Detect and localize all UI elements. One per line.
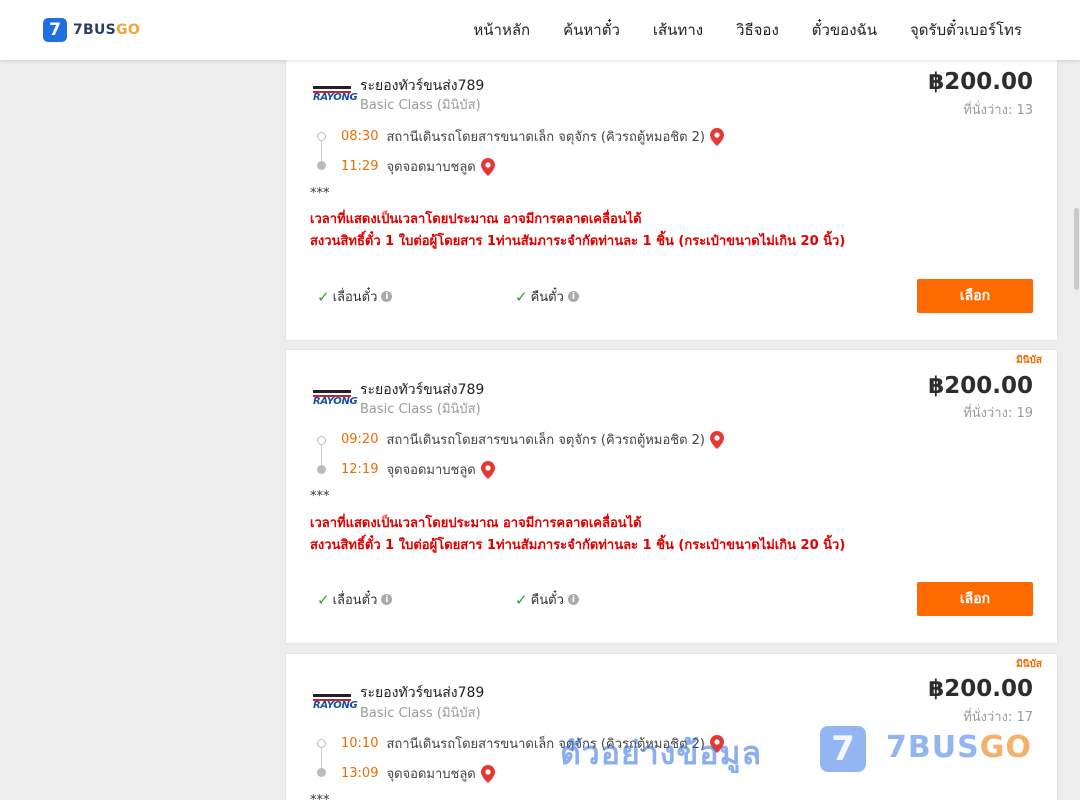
map-pin-icon[interactable] xyxy=(480,157,495,176)
depart-place: สถานีเดินรถโดยสารขนาดเล็ก จตุจักร (คิวรถ… xyxy=(386,433,705,448)
arrive-stop: 13:09 จุดจอดมาบชลูด xyxy=(341,763,495,784)
depart-stop: 09:20 สถานีเดินรถโดยสารขนาดเล็ก จตุจักร … xyxy=(341,429,724,450)
feature-change-ticket: ✓ เลื่อนตั๋ว i xyxy=(317,589,393,610)
feature-label: คืนตั๋ว xyxy=(530,290,564,305)
note-stars: *** xyxy=(310,793,330,800)
bus-class: Basic Class (มินิบัส) xyxy=(360,402,481,417)
note-stars: *** xyxy=(310,489,330,504)
operator-logo: RAYONG xyxy=(313,84,358,104)
select-trip-button[interactable]: เลือก xyxy=(917,582,1033,616)
ticket-price: ฿200.00 xyxy=(928,676,1033,702)
arrive-place: จุดจอดมาบชลูด xyxy=(386,463,476,478)
operator-logo: RAYONG xyxy=(313,388,358,408)
trip-card: มินิบัส RAYONG ระยองทัวร์ขนส่ง789 Basic … xyxy=(285,349,1058,644)
nav-pickup-points[interactable]: จุดรับตั๋วเบอร์โทร xyxy=(910,20,1022,40)
vehicle-type-badge: มินิบัส xyxy=(1016,659,1042,670)
check-icon: ✓ xyxy=(317,287,330,306)
bus-class: Basic Class (มินิบัส) xyxy=(360,706,481,721)
depart-time: 09:20 xyxy=(341,432,379,447)
nav-home[interactable]: หน้าหลัก xyxy=(473,20,530,40)
select-trip-button[interactable]: เลือก xyxy=(917,279,1033,313)
watermark-brand: 7BUSGO xyxy=(886,730,1032,765)
feature-refund-ticket: ✓ คืนตั๋ว i xyxy=(515,286,579,307)
ticket-price: ฿200.00 xyxy=(928,69,1033,95)
info-icon[interactable]: i xyxy=(381,594,393,605)
depart-time: 08:30 xyxy=(341,129,379,144)
feature-refund-ticket: ✓ คืนตั๋ว i xyxy=(515,589,579,610)
scrollbar-thumb[interactable] xyxy=(1074,208,1079,290)
feature-label: คืนตั๋ว xyxy=(530,593,564,608)
watermark-logo-mark: 7 xyxy=(820,726,866,772)
main-nav: หน้าหลัก ค้นหาตั๋ว เส้นทาง วิธีจอง ตั๋วข… xyxy=(440,20,1022,40)
seats-available: ที่นั่งว่าง: 19 xyxy=(963,406,1033,421)
brand-logo-mark: 7 xyxy=(43,18,67,42)
depart-dot xyxy=(317,436,326,445)
info-icon[interactable]: i xyxy=(567,291,579,302)
note-stars: *** xyxy=(310,186,330,201)
check-icon: ✓ xyxy=(515,287,528,306)
nav-routes[interactable]: เส้นทาง xyxy=(653,20,703,40)
arrive-dot xyxy=(317,768,326,777)
map-pin-icon[interactable] xyxy=(710,430,724,449)
map-pin-icon[interactable] xyxy=(480,460,495,479)
depart-place: สถานีเดินรถโดยสารขนาดเล็ก จตุจักร (คิวรถ… xyxy=(386,130,705,145)
warning-time-estimate: เวลาที่แสดงเป็นเวลาโดยประมาณ อาจมีการคลา… xyxy=(310,516,642,531)
nav-search-tickets[interactable]: ค้นหาตั๋ว xyxy=(563,20,620,40)
map-pin-icon[interactable] xyxy=(480,764,495,783)
check-icon: ✓ xyxy=(317,590,330,609)
feature-label: เลื่อนตั๋ว xyxy=(332,593,378,608)
arrive-stop: 11:29 จุดจอดมาบชลูด xyxy=(341,156,495,177)
arrive-dot xyxy=(317,161,326,170)
arrive-place: จุดจอดมาบชลูด xyxy=(386,160,476,175)
nav-my-tickets[interactable]: ตั๋วของฉัน xyxy=(812,20,877,40)
vehicle-type-badge: มินิบัส xyxy=(1016,355,1042,366)
check-icon: ✓ xyxy=(515,590,528,609)
depart-dot xyxy=(317,739,326,748)
arrive-time: 12:19 xyxy=(341,462,379,477)
arrive-place: จุดจอดมาบชลูด xyxy=(386,767,476,782)
info-icon[interactable]: i xyxy=(567,594,579,605)
site-header: 7 7BUSGO หน้าหลัก ค้นหาตั๋ว เส้นทาง วิธี… xyxy=(0,0,1080,60)
brand-logo-text: 7BUSGO xyxy=(73,22,141,38)
warning-time-estimate: เวลาที่แสดงเป็นเวลาโดยประมาณ อาจมีการคลา… xyxy=(310,212,642,227)
watermark-text: ตัวอย่างข้อมูล xyxy=(560,734,763,772)
feature-change-ticket: ✓ เลื่อนตั๋ว i xyxy=(317,286,393,307)
arrive-dot xyxy=(317,465,326,474)
seats-available: ที่นั่งว่าง: 17 xyxy=(963,710,1033,725)
feature-label: เลื่อนตั๋ว xyxy=(332,290,378,305)
warning-luggage-policy: สงวนสิทธิ์ตั๋ว 1 ใบต่อผู้โดยสาร 1ท่านสัม… xyxy=(310,234,846,249)
info-icon[interactable]: i xyxy=(381,291,393,302)
page-scrollbar[interactable] xyxy=(1073,60,1080,800)
depart-stop: 08:30 สถานีเดินรถโดยสารขนาดเล็ก จตุจักร … xyxy=(341,126,724,147)
bus-class: Basic Class (มินิบัส) xyxy=(360,98,481,113)
arrive-time: 11:29 xyxy=(341,159,379,174)
operator-name: ระยองทัวร์ขนส่ง789 xyxy=(360,685,485,701)
arrive-time: 13:09 xyxy=(341,766,379,781)
warning-luggage-policy: สงวนสิทธิ์ตั๋ว 1 ใบต่อผู้โดยสาร 1ท่านสัม… xyxy=(310,538,846,553)
operator-logo: RAYONG xyxy=(313,692,358,712)
ticket-price: ฿200.00 xyxy=(928,373,1033,399)
brand-logo[interactable]: 7 7BUSGO xyxy=(43,18,140,42)
nav-how-to-book[interactable]: วิธีจอง xyxy=(736,20,779,40)
depart-time: 10:10 xyxy=(341,736,379,751)
depart-dot xyxy=(317,132,326,141)
map-pin-icon[interactable] xyxy=(710,127,724,146)
trip-card: RAYONG ระยองทัวร์ขนส่ง789 Basic Class (ม… xyxy=(285,59,1058,341)
seats-available: ที่นั่งว่าง: 13 xyxy=(963,103,1033,118)
arrive-stop: 12:19 จุดจอดมาบชลูด xyxy=(341,459,495,480)
